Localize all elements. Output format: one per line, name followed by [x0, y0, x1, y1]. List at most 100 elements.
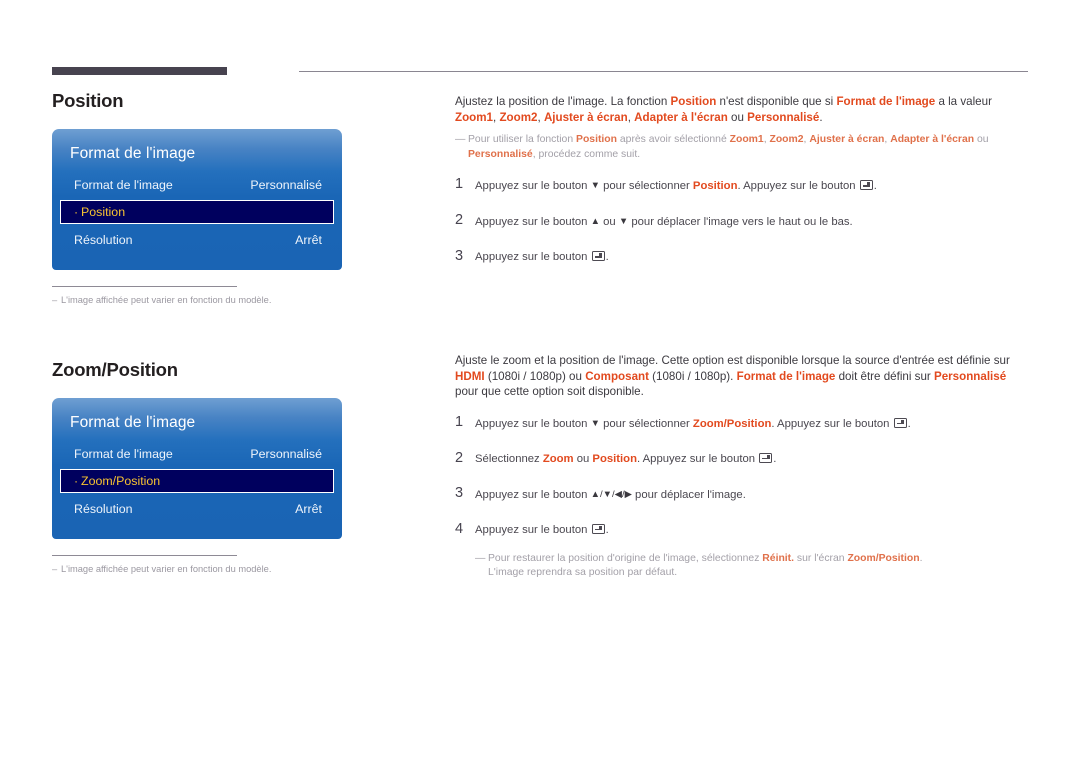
osd-row-label: · Position: [74, 205, 125, 219]
step-item: 1 Appuyez sur le bouton ▼ pour sélection…: [455, 176, 1030, 194]
right-column: Ajustez la position de l'image. La fonct…: [455, 94, 1030, 581]
note-text: Pour restaurer la position d'origine de …: [488, 552, 923, 579]
enter-button-icon: [893, 417, 907, 428]
step-text: Sélectionnez Zoom ou Position. Appuyez s…: [475, 452, 777, 465]
osd-title: Format de l'image: [70, 145, 196, 162]
panel-note-zoom-position: – L'image affichée peut varier en fonctio…: [52, 555, 271, 574]
header-rule-thin: [299, 71, 1028, 72]
manual-page: Position Format de l'image Format de l'i…: [0, 0, 1080, 763]
enter-button-icon: [759, 452, 773, 463]
step-number: 3: [455, 484, 464, 501]
step-text: Appuyez sur le bouton ▼ pour sélectionne…: [475, 180, 877, 192]
panel-note-body: L'image affichée peut varier en fonction…: [61, 564, 272, 574]
bullet-icon: ·: [74, 474, 79, 488]
term-personnalise: Personnalisé: [468, 148, 533, 160]
osd-row-resolution[interactable]: Résolution Arrêt: [52, 496, 342, 521]
section-zoom-position: Zoom/Position Format de l'image Format d…: [52, 359, 422, 574]
left-column: Position Format de l'image Format de l'i…: [52, 90, 422, 574]
osd-row-label: Résolution: [74, 501, 133, 516]
step-item: 2 Appuyez sur le bouton ▲ ou ▼ pour dépl…: [455, 212, 1030, 230]
term-hdmi: HDMI: [455, 369, 485, 383]
osd-row-value: Personnalisé: [250, 446, 322, 461]
arrow-down-icon: ▼: [590, 417, 600, 429]
step-number: 4: [455, 520, 464, 537]
osd-panel-position: Format de l'image Format de l'image Pers…: [52, 129, 342, 270]
osd-row-value: Arrêt: [295, 232, 322, 247]
osd-row-resolution[interactable]: Résolution Arrêt: [52, 227, 342, 252]
step-text: Appuyez sur le bouton ▲/▼/◀/▶ pour dépla…: [475, 488, 746, 501]
arrow-up-icon: ▲: [590, 216, 600, 227]
term-personnalise: Personnalisé: [747, 110, 820, 124]
osd-row-label: Format de l'image: [74, 177, 173, 192]
term-personnalise: Personnalisé: [933, 369, 1007, 383]
step-number: 3: [455, 248, 464, 264]
note-text: Pour utiliser la fonction Position après…: [468, 134, 989, 160]
panel-note-text: – L'image affichée peut varier en fonctio…: [52, 564, 271, 574]
term-zoom-position: Zoom/Position: [847, 552, 920, 564]
panel-note-text: – L'image affichée peut varier en fonctio…: [52, 295, 271, 305]
term-position: Position: [576, 134, 617, 145]
term-composant: Composant: [585, 369, 649, 383]
osd-row-zoom-position-selected[interactable]: · Zoom/Position: [60, 469, 334, 493]
step-item: 3 Appuyez sur le bouton .: [455, 248, 1030, 265]
note-text-line2: L'image reprendra sa position par défaut…: [488, 567, 678, 578]
term-zoom-position: Zoom/Position: [692, 417, 772, 430]
osd-row-value: Personnalisé: [250, 177, 322, 192]
term-zoom2: Zoom2: [499, 110, 538, 124]
header-rule-thick: [52, 67, 227, 75]
step-text: Appuyez sur le bouton ▲ ou ▼ pour déplac…: [475, 216, 853, 228]
osd-row-label-text: Zoom/Position: [81, 474, 161, 488]
term-position: Position: [692, 180, 738, 192]
osd-title: Format de l'image: [70, 414, 196, 431]
panel-note-body: L'image affichée peut varier en fonction…: [61, 295, 272, 305]
term-zoom1: Zoom1: [729, 134, 764, 145]
osd-row-label: Résolution: [74, 232, 133, 247]
header-rules: [52, 67, 1028, 77]
note-dash-icon: —: [455, 134, 466, 145]
page-title-zoom-position: Zoom/Position: [52, 359, 178, 380]
term-ajuster-ecran: Ajuster à écran: [543, 110, 628, 124]
step-item: 4 Appuyez sur le bouton .: [455, 521, 1030, 538]
step-number: 1: [455, 176, 464, 192]
osd-row-position-selected[interactable]: · Position: [60, 200, 334, 224]
term-zoom2: Zoom2: [769, 134, 804, 145]
osd-row-format[interactable]: Format de l'image Personnalisé: [52, 441, 342, 466]
panel-note-divider: [52, 286, 237, 287]
osd-row-format[interactable]: Format de l'image Personnalisé: [52, 172, 342, 197]
enter-button-icon: [591, 251, 605, 261]
term-position: Position: [670, 95, 717, 108]
step-number: 2: [455, 212, 464, 228]
term-zoom1: Zoom1: [455, 110, 494, 124]
steps-zoom-position: 1 Appuyez sur le bouton ▼ pour sélection…: [455, 414, 1030, 538]
arrow-down-icon: ▼: [590, 180, 600, 191]
note-zoom-position: — Pour restaurer la position d'origine d…: [475, 552, 1030, 581]
term-adapter-ecran: Adapter à l'écran: [890, 134, 975, 145]
step-item: 1 Appuyez sur le bouton ▼ pour sélection…: [455, 414, 1030, 432]
term-adapter-ecran: Adapter à l'écran: [634, 110, 728, 124]
step-item: 2 Sélectionnez Zoom ou Position. Appuyez…: [455, 450, 1030, 467]
section-position: Position Format de l'image Format de l'i…: [52, 90, 422, 305]
osd-row-label: Format de l'image: [74, 446, 173, 461]
description-zoom-position: Ajuste le zoom et la position de l'image…: [455, 354, 1010, 398]
step-number: 1: [455, 413, 464, 430]
term-position: Position: [592, 452, 637, 465]
term-format-image: Format de l'image: [736, 369, 836, 383]
term-zoom: Zoom: [542, 452, 574, 465]
enter-button-icon: [591, 523, 605, 534]
term-ajuster-ecran: Ajuster à écran: [809, 134, 885, 145]
panel-note-position: – L'image affichée peut varier en fonctio…: [52, 286, 271, 305]
step-number: 2: [455, 449, 464, 466]
term-reinit: Réinit.: [762, 552, 795, 564]
arrow-cluster-icon: ▲/▼/◀/▶: [590, 488, 632, 500]
arrow-down-icon: ▼: [618, 216, 629, 227]
page-title-position: Position: [52, 90, 124, 111]
step-text: Appuyez sur le bouton .: [475, 251, 609, 263]
panel-note-dash: –: [52, 295, 58, 305]
note-dash-icon: —: [475, 552, 486, 564]
note-position: — Pour utiliser la fonction Position apr…: [455, 133, 1030, 162]
enter-button-icon: [859, 180, 873, 190]
panel-note-divider: [52, 555, 237, 556]
osd-row-label: · Zoom/Position: [74, 474, 160, 488]
step-text: Appuyez sur le bouton ▼ pour sélectionne…: [475, 417, 911, 430]
steps-position: 1 Appuyez sur le bouton ▼ pour sélection…: [455, 176, 1030, 265]
